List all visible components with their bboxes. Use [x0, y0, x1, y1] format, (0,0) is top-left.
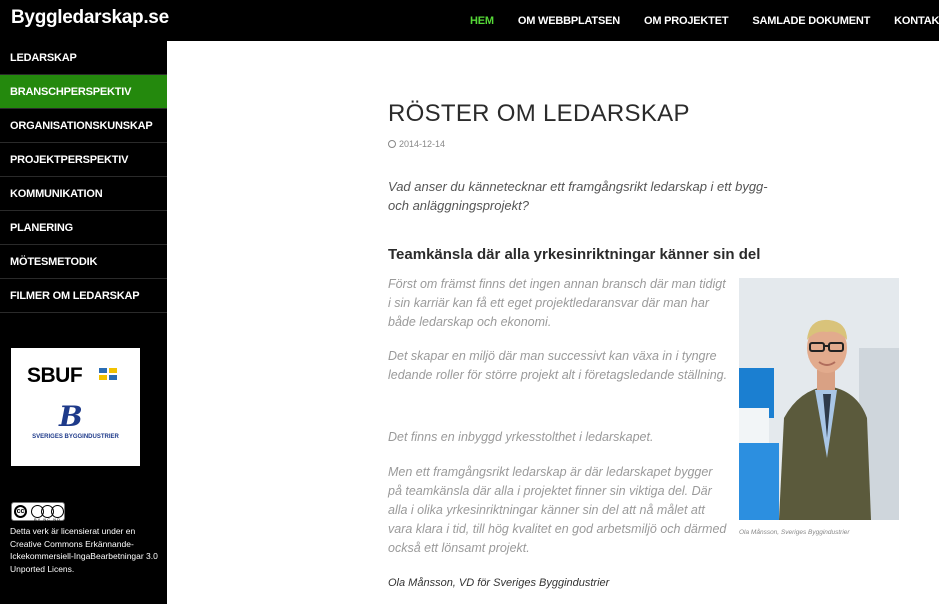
nav-item-om-webbplatsen[interactable]: OM WEBBPLATSEN	[518, 15, 620, 27]
clock-icon	[388, 140, 396, 148]
license-intro: Detta verk är licensierat under en	[10, 526, 136, 536]
sidebar-item-kommunikation[interactable]: KOMMUNIKATION	[0, 177, 167, 211]
portrait-photo	[739, 278, 899, 520]
sbuf-flag-icon	[99, 368, 119, 382]
sidebar-item-organisationskunskap[interactable]: ORGANISATIONSKUNSKAP	[0, 109, 167, 143]
cc-badge-text: BY NC ND	[34, 517, 62, 522]
sidebar-item-motesmetodik[interactable]: MÖTESMETODIK	[0, 245, 167, 279]
section-heading: Teamkänsla där alla yrkesinriktningar kä…	[388, 246, 761, 263]
byggindustrier-logo-text: SVERIGES BYGGINDUSTRIER	[32, 434, 119, 440]
partner-logos[interactable]: SBUF B SVERIGES BYGGINDUSTRIER	[11, 348, 140, 466]
license-link[interactable]: Creative Commons Erkännande-Ickekommersi…	[10, 539, 158, 574]
creative-commons-badge[interactable]: cc BY NC ND	[11, 502, 65, 522]
nav-item-om-projektet[interactable]: OM PROJEKTET	[644, 15, 729, 27]
body-paragraph: Det finns en inbyggd yrkesstolthet i led…	[388, 430, 654, 444]
body-paragraph: Först om främst finns det ingen annan br…	[388, 277, 726, 329]
sidebar-item-projektperspektiv[interactable]: PROJEKTPERSPEKTIV	[0, 143, 167, 177]
body-paragraph: Men ett framgångsrikt ledarskap är där l…	[388, 465, 727, 555]
nav-item-kontakt[interactable]: KONTAKT	[894, 15, 939, 27]
main-nav: HEM OM WEBBPLATSEN OM PROJEKTET SAMLADE …	[470, 0, 939, 41]
byggindustrier-logo-icon: B	[59, 400, 83, 433]
sidebar-item-planering[interactable]: PLANERING	[0, 211, 167, 245]
post-date[interactable]: 2014-12-14	[388, 139, 445, 149]
sidebar: LEDARSKAP BRANSCHPERSPEKTIV ORGANISATION…	[0, 41, 167, 604]
cc-icon: cc	[14, 505, 27, 518]
top-bar: Byggledarskap.se HEM OM WEBBPLATSEN OM P…	[0, 0, 939, 41]
site-title-link[interactable]: Byggledarskap.se	[11, 7, 169, 29]
nav-item-samlade-dokument[interactable]: SAMLADE DOKUMENT	[752, 15, 870, 27]
page-title: RÖSTER OM LEDARSKAP	[388, 100, 690, 127]
body-paragraph: Det skapar en miljö där man successivt k…	[388, 349, 728, 382]
sidebar-item-branschperspektiv[interactable]: BRANSCHPERSPEKTIV	[0, 75, 167, 109]
post-date-text: 2014-12-14	[399, 139, 446, 149]
sidebar-item-ledarskap[interactable]: LEDARSKAP	[0, 41, 167, 75]
signature: Ola Månsson, VD för Sveriges Byggindustr…	[388, 577, 610, 589]
nav-item-hem[interactable]: HEM	[470, 15, 494, 27]
main-content: RÖSTER OM LEDARSKAP 2014-12-14 Vad anser…	[167, 41, 939, 604]
license-text: Detta verk är licensierat under en Creat…	[10, 525, 165, 575]
photo-caption: Ola Månsson, Sveriges Byggindustrier	[739, 529, 850, 536]
intro-question: Vad anser du kännetecknar ett framgångsr…	[388, 179, 768, 213]
portrait-illustration	[739, 278, 899, 520]
sidebar-item-filmer-om-ledarskap[interactable]: FILMER OM LEDARSKAP	[0, 279, 167, 313]
sbuf-logo: SBUF	[27, 364, 83, 387]
